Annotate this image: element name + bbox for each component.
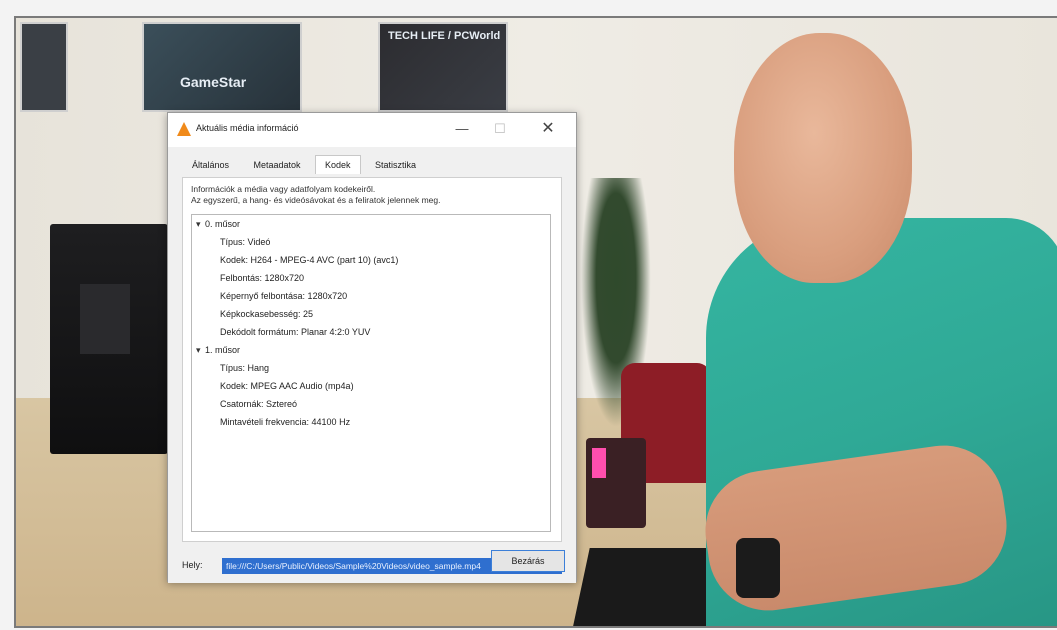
stream-node[interactable]: ▾ 0. műsor	[196, 219, 240, 230]
wristwatch	[736, 538, 780, 598]
info-line: Információk a média vagy adatfolyam kode…	[191, 184, 376, 194]
location-label: Hely:	[182, 560, 203, 570]
person-head	[734, 33, 912, 283]
tab-general[interactable]: Általános	[182, 155, 239, 175]
dialog-body: Általános Metaadatok Kodek Statisztika I…	[168, 147, 576, 583]
close-window-button[interactable]: ✕	[534, 117, 562, 141]
tab-metadata[interactable]: Metaadatok	[243, 155, 310, 175]
stream-field: Dekódolt formátum: Planar 4:2:0 YUV	[220, 327, 371, 337]
chevron-down-icon[interactable]: ▾	[196, 219, 205, 230]
poster-text: TECH LIFE / PCWorld	[388, 30, 501, 42]
stream-tree[interactable]: ▾ 0. műsor Típus: Videó Kodek: H264 - MPE…	[191, 214, 551, 532]
minimize-button[interactable]: —	[448, 117, 476, 141]
stream-field: Felbontás: 1280x720	[220, 273, 305, 283]
dialog-title: Aktuális média információ	[196, 123, 299, 133]
dialog-titlebar[interactable]: Aktuális média információ — ☐ ✕	[168, 113, 576, 147]
codec-panel: Információk a média vagy adatfolyam kode…	[182, 177, 562, 542]
close-button[interactable]: Bezárás	[491, 550, 565, 572]
stream-field: Képernyő felbontása: 1280x720	[220, 291, 348, 301]
tab-codec[interactable]: Kodek	[314, 155, 361, 174]
poster-text: GameStar	[180, 74, 247, 90]
stream-field: Típus: Videó	[220, 237, 271, 247]
stream-field: Képkockasebesség: 25	[220, 309, 314, 319]
stream-field: Kodek: MPEG AAC Audio (mp4a)	[220, 381, 354, 391]
media-info-dialog: Aktuális média információ — ☐ ✕ Általáno…	[167, 112, 577, 583]
vlc-cone-icon	[177, 122, 191, 136]
poster-gamestar: GameStar	[142, 22, 302, 112]
stream-field: Típus: Hang	[220, 363, 270, 373]
poster-pcworld: TECH LIFE / PCWorld	[378, 22, 508, 112]
chevron-down-icon[interactable]: ▾	[196, 345, 205, 356]
stream-node[interactable]: ▾ 1. műsor	[196, 345, 240, 356]
desk-device	[586, 438, 646, 528]
stream-label: 0. műsor	[205, 219, 241, 229]
maximize-button[interactable]: ☐	[486, 117, 514, 141]
tab-statistics[interactable]: Statisztika	[365, 155, 426, 175]
stream-field: Kodek: H264 - MPEG-4 AVC (part 10) (avc1…	[220, 255, 399, 265]
codec-info-text: Információk a média vagy adatfolyam kode…	[191, 184, 440, 206]
stream-field: Csatornák: Sztereó	[220, 399, 298, 409]
pc-case	[50, 224, 168, 454]
tab-bar: Általános Metaadatok Kodek Statisztika	[182, 155, 426, 175]
info-line: Az egyszerű, a hang- és videósávokat és …	[191, 195, 441, 205]
stream-field: Mintavételi frekvencia: 44100 Hz	[220, 417, 351, 427]
stream-label: 1. műsor	[205, 345, 241, 355]
poster	[20, 22, 68, 112]
